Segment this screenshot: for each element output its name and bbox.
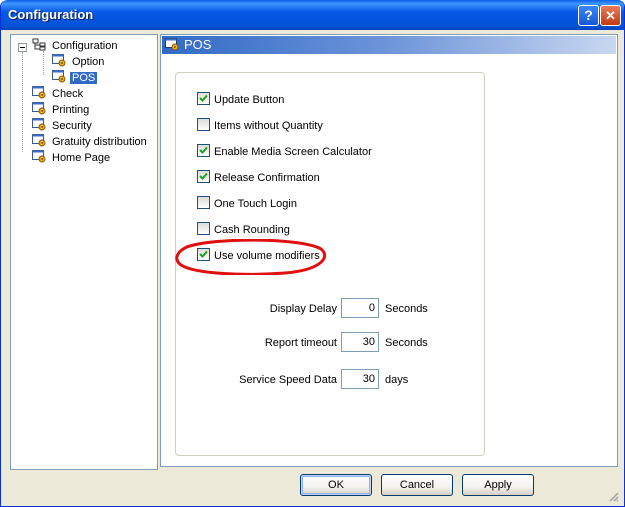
checkbox-label: Update Button — [214, 94, 285, 106]
checkmark-icon — [199, 94, 208, 102]
checkbox-label: Items without Quantity — [214, 120, 323, 132]
tree-line — [43, 51, 44, 75]
enable-media-screen-calculator-checkbox[interactable]: Enable Media Screen Calculator — [197, 144, 372, 160]
checkmark-icon — [199, 146, 208, 154]
tree-item-label: Option — [72, 56, 105, 68]
tree-item-check[interactable]: Check — [32, 86, 85, 102]
display-delay-input[interactable] — [341, 298, 379, 318]
release-confirmation-checkbox[interactable]: Release Confirmation — [197, 170, 320, 186]
field-unit: Seconds — [385, 303, 428, 315]
panel-title: POS — [184, 37, 212, 52]
cancel-button[interactable]: Cancel — [381, 474, 453, 496]
checkbox-label: Cash Rounding — [214, 224, 290, 236]
field-label: Report timeout — [264, 337, 337, 349]
service-speed-data-input[interactable] — [341, 369, 379, 389]
checkbox-label: Enable Media Screen Calculator — [214, 146, 372, 158]
tree-item-home-page[interactable]: Home Page — [32, 150, 112, 166]
checkbox-box[interactable] — [197, 118, 210, 131]
checkbox-box[interactable] — [197, 196, 210, 209]
tree-item-label: Security — [52, 120, 92, 132]
cash-rounding-checkbox[interactable]: Cash Rounding — [197, 222, 290, 238]
checkbox-box[interactable] — [197, 222, 210, 235]
tree-item-label: Home Page — [52, 152, 111, 164]
settings-gear-icon — [165, 38, 179, 51]
checkbox-label: Use volume modifiers — [214, 250, 320, 262]
update-button-checkbox[interactable]: Update Button — [197, 92, 284, 108]
tree-item-label: Check — [52, 88, 84, 100]
tree-item-label: Configuration — [52, 40, 118, 52]
report-timeout-input[interactable] — [341, 332, 379, 352]
tree-item-printing[interactable]: Printing — [32, 102, 91, 118]
ok-button[interactable]: OK — [300, 474, 372, 496]
settings-gear-icon — [52, 54, 66, 67]
settings-gear-icon — [32, 102, 46, 115]
title-bar[interactable]: Configuration ? ✕ — [1, 0, 624, 30]
tree-item-label: Printing — [52, 104, 90, 116]
checkbox-box[interactable] — [197, 92, 210, 105]
checkbox-box[interactable] — [197, 144, 210, 157]
checkbox-label: Release Confirmation — [214, 172, 320, 184]
tree-item-label: POS — [70, 72, 98, 84]
tree-item-gratuity-distribution[interactable]: Gratuity distribution — [32, 134, 149, 150]
settings-gear-icon — [32, 150, 46, 163]
tree-item-option[interactable]: Option — [52, 54, 106, 70]
field-label: Display Delay — [269, 303, 337, 315]
settings-gear-icon — [32, 118, 46, 131]
checkbox-label: One Touch Login — [214, 198, 297, 210]
tree-item-pos[interactable]: POS — [52, 70, 98, 86]
apply-button[interactable]: Apply — [462, 474, 534, 496]
one-touch-login-checkbox[interactable]: One Touch Login — [197, 196, 297, 212]
pos-settings-panel: POS Update Button Items without Quantity… — [160, 34, 618, 467]
panel-header: POS — [162, 36, 616, 54]
checkbox-box[interactable] — [197, 248, 210, 261]
tree-line — [22, 52, 23, 152]
checkmark-icon — [199, 172, 208, 180]
checkbox-box[interactable] — [197, 170, 210, 183]
use-volume-modifiers-checkbox[interactable]: Use volume modifiers — [197, 248, 320, 264]
settings-gear-icon — [32, 134, 46, 147]
tree-collapse-icon[interactable] — [18, 43, 27, 52]
resize-grip-icon[interactable] — [607, 490, 619, 502]
dialog-client-area: Configuration Option POS Check Printing … — [4, 30, 621, 504]
tree-item-configuration[interactable]: Configuration — [32, 38, 119, 54]
close-button[interactable]: ✕ — [600, 5, 621, 26]
config-tree-view[interactable]: Configuration Option POS Check Printing … — [10, 34, 158, 470]
field-unit: days — [385, 374, 409, 386]
items-without-quantity-checkbox[interactable]: Items without Quantity — [197, 118, 323, 134]
tree-item-security[interactable]: Security — [32, 118, 94, 134]
settings-gear-icon — [52, 70, 66, 83]
window-title: Configuration — [8, 7, 94, 22]
field-unit: Seconds — [385, 337, 428, 349]
configuration-window: Configuration ? ✕ Configuration Option P… — [0, 0, 625, 507]
field-label: Service Speed Data — [239, 374, 337, 386]
config-tree-icon — [32, 38, 46, 51]
tree-item-label: Gratuity distribution — [52, 136, 147, 148]
help-button[interactable]: ? — [578, 5, 599, 26]
checkmark-icon — [199, 250, 208, 258]
settings-gear-icon — [32, 86, 46, 99]
